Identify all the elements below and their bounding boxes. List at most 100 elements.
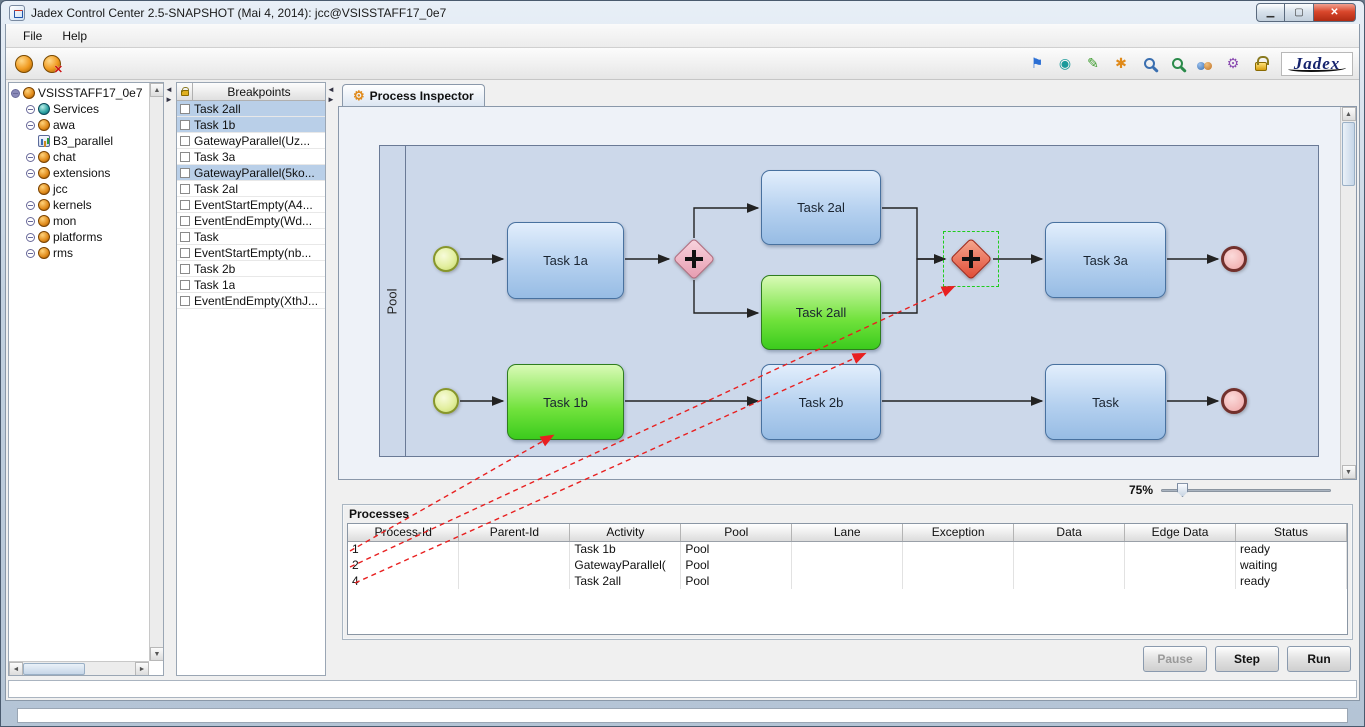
- security-plugin-button[interactable]: [1249, 52, 1273, 76]
- bpmn-task-2all[interactable]: Task 2all: [761, 275, 881, 350]
- collapse-right-icon[interactable]: ►: [165, 96, 173, 104]
- breakpoint-row[interactable]: GatewayParallel(5ko...: [177, 165, 325, 181]
- bpmn-task-1a[interactable]: Task 1a: [507, 222, 624, 299]
- chart-edit-plugin-button[interactable]: ✎: [1081, 52, 1105, 76]
- col-activity[interactable]: Activity: [570, 524, 681, 541]
- process-row[interactable]: 2 GatewayParallel(Pool waiting: [348, 557, 1347, 573]
- debugger-plugin-button[interactable]: [1165, 52, 1189, 76]
- scroll-right-icon[interactable]: ►: [135, 662, 149, 676]
- canvas-vertical-scrollbar[interactable]: ▲ ▼: [1340, 107, 1356, 479]
- col-data[interactable]: Data: [1014, 524, 1125, 541]
- expand-toggle-icon[interactable]: [11, 89, 20, 98]
- scroll-left-icon[interactable]: ◄: [9, 662, 23, 676]
- scroll-up-icon[interactable]: ▲: [150, 83, 164, 97]
- breakpoint-checkbox[interactable]: [180, 104, 190, 114]
- kill-platform-button[interactable]: ✕: [40, 52, 64, 76]
- settings-plugin-button[interactable]: ⚙: [1221, 52, 1245, 76]
- process-row[interactable]: 4 Task 2allPool ready: [348, 573, 1347, 589]
- expand-toggle-icon[interactable]: [26, 249, 35, 258]
- expand-toggle-icon[interactable]: [26, 233, 35, 242]
- tree-vertical-scrollbar[interactable]: ▲ ▼: [149, 83, 163, 661]
- breakpoint-row[interactable]: EventStartEmpty(A4...: [177, 197, 325, 213]
- starter-plugin-button[interactable]: ⚑: [1025, 52, 1049, 76]
- bpmn-gateway-split[interactable]: [672, 237, 716, 281]
- bpmn-end-event-2[interactable]: [1221, 388, 1247, 414]
- breakpoint-row[interactable]: Task 1b: [177, 117, 325, 133]
- scroll-up-icon[interactable]: ▲: [1342, 107, 1356, 121]
- menu-help[interactable]: Help: [53, 26, 96, 46]
- col-lane[interactable]: Lane: [792, 524, 903, 541]
- bpmn-task-1b[interactable]: Task 1b: [507, 364, 624, 440]
- bpmn-start-event-1[interactable]: [433, 246, 459, 272]
- breakpoint-checkbox[interactable]: [180, 216, 190, 226]
- maximize-button[interactable]: ▢: [1285, 3, 1314, 22]
- run-button[interactable]: Run: [1287, 646, 1351, 672]
- tree-item-platforms[interactable]: platforms: [11, 229, 163, 245]
- breakpoint-checkbox[interactable]: [180, 200, 190, 210]
- splitter-left[interactable]: ◄ ►: [164, 82, 176, 676]
- breakpoint-row[interactable]: Task 2al: [177, 181, 325, 197]
- col-parent-id[interactable]: Parent-Id: [459, 524, 570, 541]
- lock-column-header[interactable]: [177, 83, 193, 101]
- breakpoint-row[interactable]: Task 2b: [177, 261, 325, 277]
- pause-button[interactable]: Pause: [1143, 646, 1207, 672]
- tree-item-jcc[interactable]: jcc: [11, 181, 163, 197]
- tree-item-extensions[interactable]: extensions: [11, 165, 163, 181]
- bpmn-gateway-join[interactable]: [949, 237, 993, 281]
- splitter-right[interactable]: ◄ ►: [326, 82, 338, 676]
- breakpoint-checkbox[interactable]: [180, 232, 190, 242]
- bpmn-start-event-2[interactable]: [433, 388, 459, 414]
- col-status[interactable]: Status: [1236, 524, 1347, 541]
- process-row[interactable]: 1 Task 1bPool ready: [348, 541, 1347, 557]
- expand-toggle-icon[interactable]: [26, 217, 35, 226]
- slider-thumb[interactable]: [1177, 483, 1188, 497]
- breakpoint-checkbox[interactable]: [180, 280, 190, 290]
- breakpoint-checkbox[interactable]: [180, 152, 190, 162]
- tree-root-row[interactable]: VSISSTAFF17_0e7: [11, 85, 163, 101]
- scroll-down-icon[interactable]: ▼: [150, 647, 164, 661]
- bpmn-end-event-1[interactable]: [1221, 246, 1247, 272]
- tab-process-inspector[interactable]: ⚙ Process Inspector: [342, 84, 485, 106]
- titlebar[interactable]: Jadex Control Center 2.5-SNAPSHOT (Mai 4…: [5, 1, 1360, 24]
- collapse-right-icon[interactable]: ►: [327, 96, 335, 104]
- menu-file[interactable]: File: [14, 26, 51, 46]
- start-platform-button[interactable]: [12, 52, 36, 76]
- bpmn-task[interactable]: Task: [1045, 364, 1166, 440]
- breakpoint-checkbox[interactable]: [180, 248, 190, 258]
- breakpoint-row[interactable]: Task 2all: [177, 101, 325, 117]
- simulation-plugin-button[interactable]: ✱: [1109, 52, 1133, 76]
- breakpoint-checkbox[interactable]: [180, 136, 190, 146]
- breakpoint-checkbox[interactable]: [180, 168, 190, 178]
- tree-item-mon[interactable]: mon: [11, 213, 163, 229]
- breakpoint-checkbox[interactable]: [180, 184, 190, 194]
- tree-item-chat[interactable]: chat: [11, 149, 163, 165]
- search-plugin-button[interactable]: [1137, 52, 1161, 76]
- col-pool[interactable]: Pool: [681, 524, 792, 541]
- breakpoint-row[interactable]: EventEndEmpty(XthJ...: [177, 293, 325, 309]
- breakpoint-checkbox[interactable]: [180, 296, 190, 306]
- expand-toggle-icon[interactable]: [26, 169, 35, 178]
- process-canvas[interactable]: Pool: [339, 107, 1340, 479]
- minimize-button[interactable]: ▁: [1256, 3, 1285, 22]
- collapse-left-icon[interactable]: ◄: [327, 86, 335, 94]
- breakpoint-row[interactable]: GatewayParallel(Uz...: [177, 133, 325, 149]
- col-edge-data[interactable]: Edge Data: [1125, 524, 1236, 541]
- expand-toggle-icon[interactable]: [26, 201, 35, 210]
- breakpoint-row[interactable]: Task: [177, 229, 325, 245]
- awareness-plugin-button[interactable]: ◉: [1053, 52, 1077, 76]
- scroll-down-icon[interactable]: ▼: [1342, 465, 1356, 479]
- expand-toggle-icon[interactable]: [26, 121, 35, 130]
- agents-plugin-button[interactable]: [1193, 52, 1217, 76]
- col-exception[interactable]: Exception: [903, 524, 1014, 541]
- bpmn-task-2b[interactable]: Task 2b: [761, 364, 881, 440]
- col-process-id[interactable]: Process-Id: [348, 524, 459, 541]
- tree-horizontal-scrollbar[interactable]: ◄ ►: [9, 661, 149, 675]
- breakpoints-header[interactable]: Breakpoints: [177, 83, 325, 101]
- breakpoint-checkbox[interactable]: [180, 264, 190, 274]
- tree-item-kernels[interactable]: kernels: [11, 197, 163, 213]
- scrollbar-thumb[interactable]: [23, 663, 85, 675]
- collapse-left-icon[interactable]: ◄: [165, 86, 173, 94]
- breakpoint-row[interactable]: EventStartEmpty(nb...: [177, 245, 325, 261]
- tree-item-services[interactable]: Services: [11, 101, 163, 117]
- expand-toggle-icon[interactable]: [26, 105, 35, 114]
